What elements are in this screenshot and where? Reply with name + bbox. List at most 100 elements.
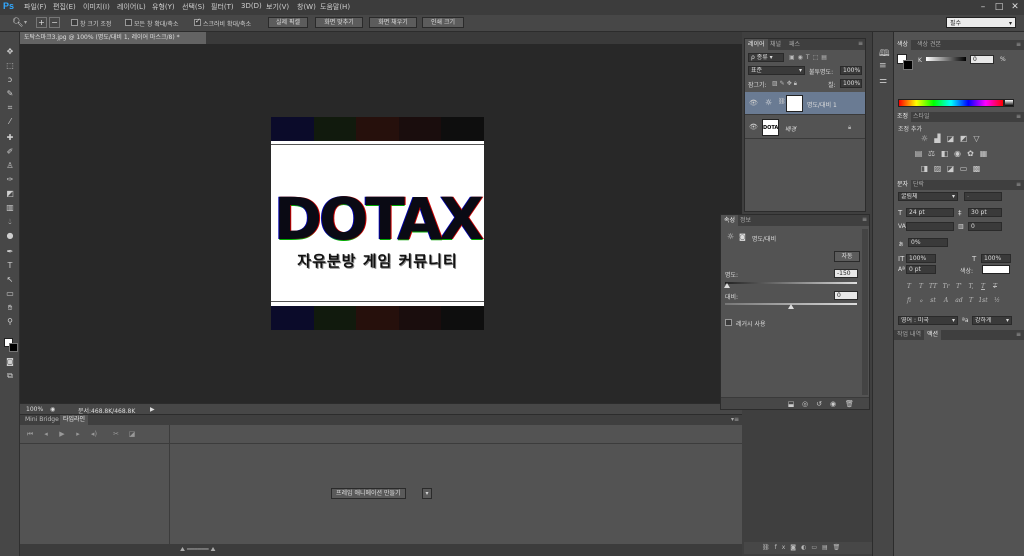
photo-filter-icon[interactable]: ◉ <box>953 149 962 158</box>
underline-button[interactable]: T <box>978 282 988 291</box>
font-size-field[interactable]: 24 pt <box>906 208 954 217</box>
titling-alternates-button[interactable]: T <box>966 296 976 305</box>
tab-channels[interactable]: 채널 <box>767 39 784 50</box>
strikethrough-button[interactable]: T <box>990 282 1000 291</box>
tab-history[interactable]: 작업 내역 <box>894 330 924 340</box>
quick-mask-icon[interactable]: ◙ <box>3 356 17 368</box>
zoom-in-icon[interactable]: + <box>36 17 47 28</box>
eraser-tool-icon[interactable]: ◩ <box>3 188 17 200</box>
discretionary-ligature-button[interactable]: st <box>928 296 938 305</box>
shape-tool-icon[interactable]: ▭ <box>3 288 17 300</box>
marquee-tool-icon[interactable]: ⬚ <box>3 60 17 72</box>
menu-3d[interactable]: 3D(D) <box>241 2 262 10</box>
visibility-eye-icon[interactable]: 👁︎ <box>749 123 758 131</box>
font-style-select[interactable]: - <box>964 192 1002 201</box>
black-white-icon[interactable]: ◧ <box>940 149 949 158</box>
zoom-tool-icon[interactable]: ⚲ <box>3 316 17 328</box>
minimize-icon[interactable]: – <box>976 0 990 14</box>
brush-tool-icon[interactable]: ✐ <box>3 146 17 158</box>
fill-field[interactable]: 100% <box>840 79 862 88</box>
tsume-field[interactable]: 0% <box>908 238 948 247</box>
k-field[interactable]: 0 <box>970 55 994 64</box>
layer-row[interactable]: 👁︎ DOTAX 배경 🔒︎ <box>745 116 865 139</box>
fill-screen-button[interactable]: 화면 채우기 <box>369 17 417 28</box>
menu-type[interactable]: 유형(Y) <box>152 2 175 12</box>
tab-color[interactable]: 색상 <box>894 40 912 50</box>
stylistic-alternates-button[interactable]: ad <box>954 296 964 305</box>
brightness-slider-thumb[interactable] <box>724 283 730 288</box>
visibility-eye-icon[interactable]: 👁︎ <box>749 99 758 107</box>
horizontal-scale-field[interactable]: 100% <box>981 254 1011 263</box>
move-tool-icon[interactable]: ✥ <box>3 46 17 58</box>
exposure-icon[interactable]: ◩ <box>959 134 968 143</box>
menu-window[interactable]: 창(W) <box>297 2 316 12</box>
posterize-icon[interactable]: ▨ <box>933 164 942 173</box>
layer-name[interactable]: 배경 <box>785 124 796 133</box>
legacy-checkbox[interactable] <box>725 319 732 326</box>
gradient-tool-icon[interactable]: ▥ <box>3 202 17 214</box>
faux-italic-button[interactable]: T <box>916 282 926 291</box>
close-icon[interactable]: ✕ <box>1008 0 1022 14</box>
document-image[interactable]: DOTAX 자유분방 게임 커뮤니티 <box>271 117 484 330</box>
resize-windows-checkbox[interactable] <box>71 19 78 26</box>
baseline-field[interactable]: 0 pt <box>906 265 936 274</box>
zoom-level[interactable]: 100% <box>26 406 43 413</box>
lock-icons[interactable]: ▨✎✥🔒︎ <box>772 80 799 88</box>
all-caps-button[interactable]: TT <box>928 282 938 291</box>
create-frame-animation-button[interactable]: 프레임 애니메이션 만들기 <box>331 488 406 499</box>
pen-tool-icon[interactable]: ✒ <box>3 246 17 258</box>
levels-icon[interactable]: ▟ <box>933 134 942 143</box>
panel-menu-icon[interactable]: ≡ <box>862 216 867 223</box>
layer-name[interactable]: 명도/대비 1 <box>807 100 837 109</box>
blend-mode-select[interactable]: 표준 ▾ <box>748 66 805 75</box>
tab-actions[interactable]: 액션 <box>924 330 942 340</box>
font-family-select[interactable]: 굴림체 ▾ <box>898 192 958 201</box>
actual-pixels-button[interactable]: 실제 픽셀 <box>268 17 308 28</box>
clip-to-layer-icon[interactable]: ⬓ <box>787 400 795 408</box>
menu-select[interactable]: 선택(S) <box>182 2 205 12</box>
tab-paragraph[interactable]: 단락 <box>910 180 927 190</box>
threshold-icon[interactable]: ◪ <box>946 164 955 173</box>
tab-swatches[interactable]: 색상 견본 <box>914 40 944 50</box>
status-info-icon[interactable]: ◉ <box>50 406 55 413</box>
vibrance-icon[interactable]: ▽ <box>972 134 981 143</box>
tool-presets-icon[interactable]: ⚌ <box>879 76 887 86</box>
text-color-swatch[interactable] <box>982 265 1010 274</box>
selective-color-icon[interactable]: ▩ <box>972 164 981 173</box>
invert-icon[interactable]: ◨ <box>920 164 929 173</box>
small-caps-button[interactable]: Tr <box>941 282 951 291</box>
chevron-down-icon[interactable]: ▾ <box>24 19 27 26</box>
panel-menu-icon[interactable]: ≡ <box>1016 41 1021 48</box>
menu-help[interactable]: 도움말(H) <box>320 2 350 12</box>
history-icon[interactable]: 🕮︎ <box>879 46 890 62</box>
reset-icon[interactable]: ↺ <box>815 400 823 408</box>
tracking-field[interactable]: 0 <box>968 222 1002 231</box>
gradient-map-icon[interactable]: ▭ <box>959 164 968 173</box>
panel-menu-icon[interactable]: ▾≡ <box>731 416 739 423</box>
mask-icon[interactable]: ◙ <box>739 233 746 241</box>
brightness-contrast-icon[interactable]: ☼ <box>920 134 929 143</box>
maximize-icon[interactable]: □ <box>992 0 1006 14</box>
menu-view[interactable]: 보기(V) <box>266 2 289 12</box>
kerning-field[interactable] <box>906 222 954 231</box>
contextual-alternates-button[interactable]: ℴ <box>916 296 926 305</box>
grayscale-ramp[interactable] <box>1004 99 1014 107</box>
type-tool-icon[interactable]: T <box>3 260 17 272</box>
language-select[interactable]: 영어 : 미국 ▾ <box>898 316 958 325</box>
fractions-button[interactable]: ½ <box>992 296 1002 305</box>
link-icon[interactable]: ⛓︎ <box>778 98 786 105</box>
swash-button[interactable]: A <box>941 296 951 305</box>
menu-edit[interactable]: 편집(E) <box>53 2 76 12</box>
color-balance-icon[interactable]: ⚖ <box>927 149 936 158</box>
panel-menu-icon[interactable]: ≡ <box>858 40 863 47</box>
crop-tool-icon[interactable]: ⌗ <box>3 102 17 114</box>
contrast-field[interactable]: 0 <box>834 291 858 300</box>
superscript-button[interactable]: T' <box>954 282 964 291</box>
zoom-out-icon[interactable]: − <box>49 17 60 28</box>
leading-field[interactable]: 30 pt <box>968 208 1002 217</box>
menu-filter[interactable]: 필터(T) <box>211 2 234 12</box>
panel-menu-icon[interactable]: ≡ <box>1016 181 1021 188</box>
print-size-button[interactable]: 인쇄 크기 <box>422 17 464 28</box>
fit-screen-button[interactable]: 화면 맞추기 <box>315 17 363 28</box>
tab-layers[interactable]: 레이어 <box>745 39 768 50</box>
